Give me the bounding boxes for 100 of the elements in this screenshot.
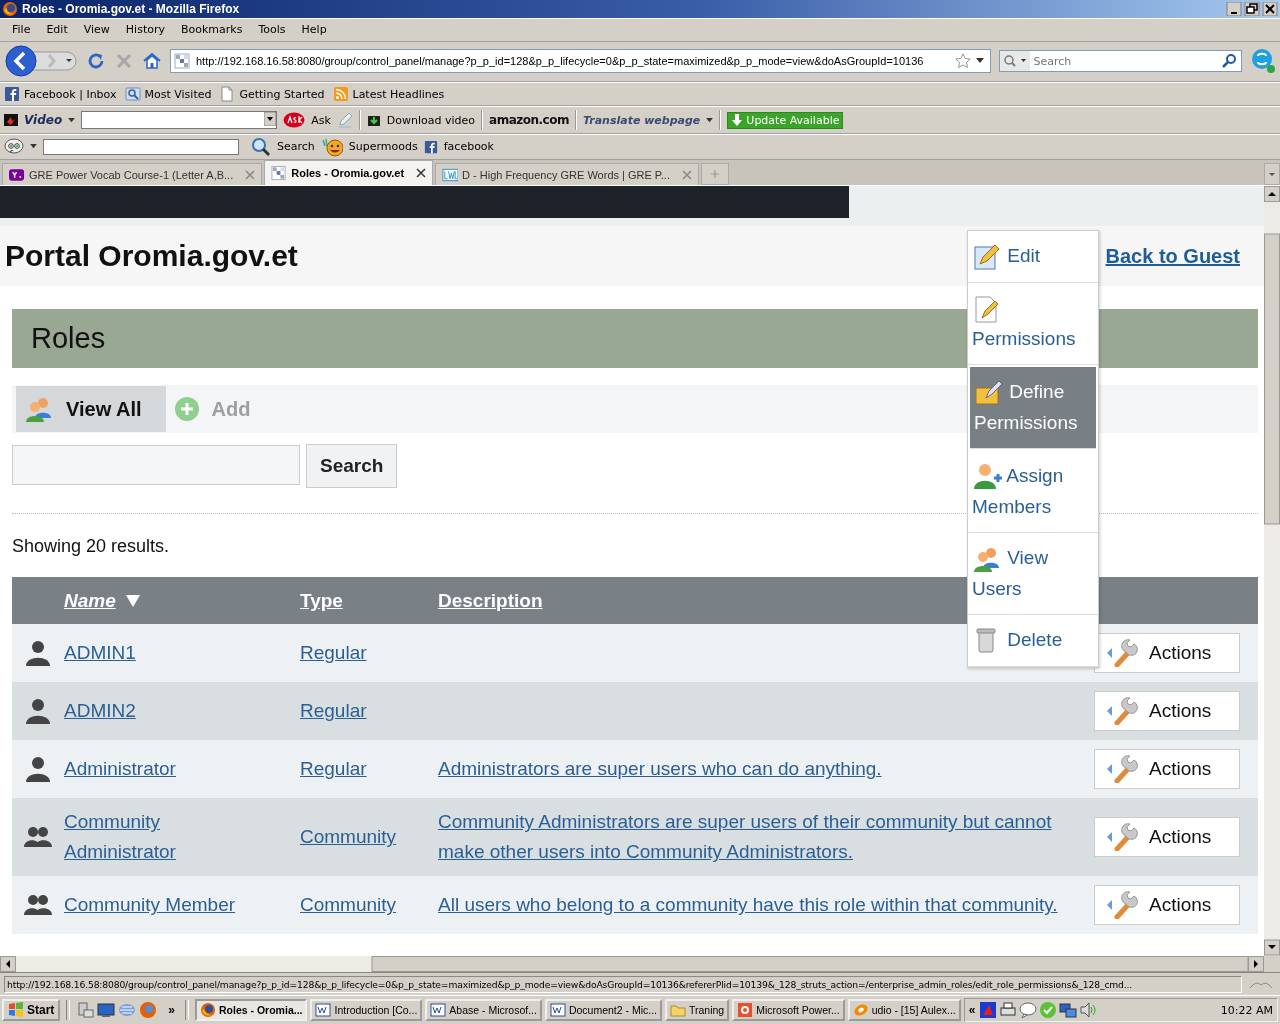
browser-tab[interactable]: Roles - Oromia.gov.et [264, 160, 434, 186]
browser-tab[interactable]: GRE Power Vocab Course-1 (Letter A,B... [2, 163, 263, 186]
address-field[interactable]: http://192.168.16.58:8080/group/control_panel/manage?p_p_id=128&p_p_lifecycle=0&p_p_state=maximized&p_p_mode=view&doAsGroupId=10136 [170, 49, 991, 74]
actions-button[interactable]: Actions [1094, 885, 1240, 926]
menu-item[interactable]: Edit [968, 231, 1098, 284]
role-type-link[interactable]: Regular [300, 638, 367, 669]
menu-item[interactable]: File [4, 23, 39, 37]
role-name-link[interactable]: ADMIN1 [64, 638, 136, 669]
supermoods-button[interactable]: Supermoods [348, 140, 418, 154]
role-type-link[interactable]: Community [300, 822, 397, 853]
video-combo-box[interactable] [81, 111, 278, 129]
back-to-guest-link[interactable]: Back to Guest [1105, 244, 1240, 268]
facebook-icon [423, 139, 438, 154]
taskbar-button[interactable]: udio - [15] Aulex... [847, 999, 961, 1022]
restore-button[interactable] [1244, 1, 1260, 16]
search-box[interactable]: Search [998, 50, 1242, 73]
ask-icon[interactable] [283, 112, 306, 128]
home-icon[interactable] [142, 51, 162, 72]
role-description-link[interactable]: Administrators are super users who can do anything. [438, 754, 882, 785]
ask-button[interactable]: Ask [311, 113, 331, 127]
taskbar-button[interactable]: Abase - Microsof... [425, 999, 542, 1022]
menu-item[interactable]: Assign Members [968, 451, 1098, 534]
more-icons-button[interactable]: » [168, 1003, 176, 1018]
search-field[interactable] [12, 445, 300, 486]
view-all-tab[interactable]: View All [16, 386, 166, 433]
role-description-link[interactable]: Community Administrators are super users of their community but cannot make other users into Community Administrators. [438, 807, 1064, 868]
facebook-button[interactable]: facebook [443, 140, 494, 154]
tray-app-icon[interactable] [979, 1001, 998, 1020]
bookmark-link[interactable]: Facebook | Inbox [24, 87, 117, 101]
horizontal-scrollbar[interactable] [0, 956, 1264, 973]
download-video-button[interactable]: Download video [386, 113, 476, 127]
caret-icon[interactable] [706, 117, 714, 123]
search-button[interactable]: Search [277, 140, 315, 154]
show-hidden-icons-button[interactable]: « [968, 1003, 976, 1018]
caret-icon[interactable] [68, 117, 76, 123]
column-header-link[interactable]: Description [438, 589, 543, 611]
menu-item[interactable]: Define Permissions [970, 367, 1096, 450]
back-forward-buttons[interactable] [4, 44, 78, 79]
smiley-face-icon[interactable] [320, 136, 343, 157]
bookmark-link[interactable]: Latest Headlines [352, 87, 445, 101]
menu-item[interactable]: View [75, 23, 118, 37]
bookmark-link[interactable]: Most Visited [144, 87, 212, 101]
network-computer-icon[interactable] [76, 1001, 95, 1020]
search-engine-icon[interactable] [999, 51, 1030, 72]
bookmark-link[interactable]: Getting Started [239, 87, 325, 101]
close-button[interactable] [1262, 1, 1278, 16]
download-icon[interactable] [366, 113, 381, 127]
role-type-link[interactable]: Regular [300, 754, 367, 785]
actions-button[interactable]: Actions [1094, 749, 1240, 790]
menu-item[interactable]: Tools [250, 23, 294, 37]
menu-item[interactable]: History [117, 23, 173, 37]
taskbar-button[interactable]: Roles - Oromia... [195, 999, 308, 1022]
taskbar-button[interactable]: Microsoft Power... [732, 999, 845, 1022]
column-header-link[interactable]: Type [300, 589, 343, 611]
speech-bubble-icon[interactable] [1019, 1001, 1038, 1020]
minimize-button[interactable] [1226, 1, 1242, 16]
taskbar-button[interactable]: Traning [665, 999, 730, 1022]
search-icon[interactable] [1221, 53, 1237, 70]
role-description-link[interactable]: All users who belong to a community have this role within that community. [438, 890, 1058, 921]
amazon-logo[interactable]: amazon.com [489, 113, 569, 127]
person-icon [24, 639, 52, 668]
network-icon[interactable] [1059, 1001, 1078, 1020]
actions-button[interactable]: Actions [1094, 633, 1240, 674]
column-header-link[interactable]: Name [64, 589, 116, 612]
translate-button[interactable]: Translate webpage [582, 113, 701, 127]
menu-item[interactable]: Bookmarks [173, 23, 251, 37]
search-button[interactable]: Search [306, 444, 398, 489]
start-button[interactable]: Start [2, 999, 61, 1022]
role-name-link[interactable]: Administrator [64, 754, 176, 785]
browser-tab[interactable]: D - High Frequency GRE Words | GRE P... [435, 163, 699, 186]
actions-button[interactable]: Actions [1094, 691, 1240, 732]
caret-icon[interactable] [30, 144, 37, 150]
check-icon[interactable] [1039, 1001, 1058, 1020]
role-name-link[interactable]: ADMIN2 [64, 696, 136, 727]
menu-item[interactable]: View Users [968, 533, 1098, 616]
menu-item[interactable]: Delete [968, 615, 1098, 668]
role-name-link[interactable]: Community Administrator [64, 807, 264, 868]
menu-item[interactable]: Edit [38, 23, 76, 37]
vertical-scrollbar[interactable] [1264, 186, 1280, 957]
smiley-icon[interactable] [4, 137, 24, 156]
actions-button[interactable]: Actions [1094, 817, 1240, 858]
skype-icon[interactable] [1250, 48, 1276, 75]
star-icon[interactable] [953, 52, 972, 71]
menu-item[interactable]: Help [293, 23, 335, 37]
role-type-link[interactable]: Community [300, 890, 397, 921]
browser-icon[interactable] [139, 1001, 158, 1020]
role-type-link[interactable]: Regular [300, 696, 367, 727]
taskbar-button[interactable]: Introduction [Co... [310, 999, 423, 1022]
taskbar-button[interactable]: Document2 - Mic... [544, 999, 662, 1022]
tab-list-button[interactable] [1264, 163, 1280, 186]
role-name-link[interactable]: Community Member [64, 890, 236, 921]
toolbar-search-field[interactable] [43, 138, 239, 155]
close-icon[interactable] [416, 168, 427, 179]
menu-item[interactable]: Permissions [968, 283, 1098, 366]
desktop-icon[interactable] [97, 1001, 116, 1020]
speaker-icon[interactable] [1079, 1001, 1098, 1020]
search-icon[interactable] [251, 136, 271, 157]
people-icon [24, 894, 52, 917]
video-icon [4, 114, 18, 126]
caret-icon[interactable] [975, 58, 984, 65]
